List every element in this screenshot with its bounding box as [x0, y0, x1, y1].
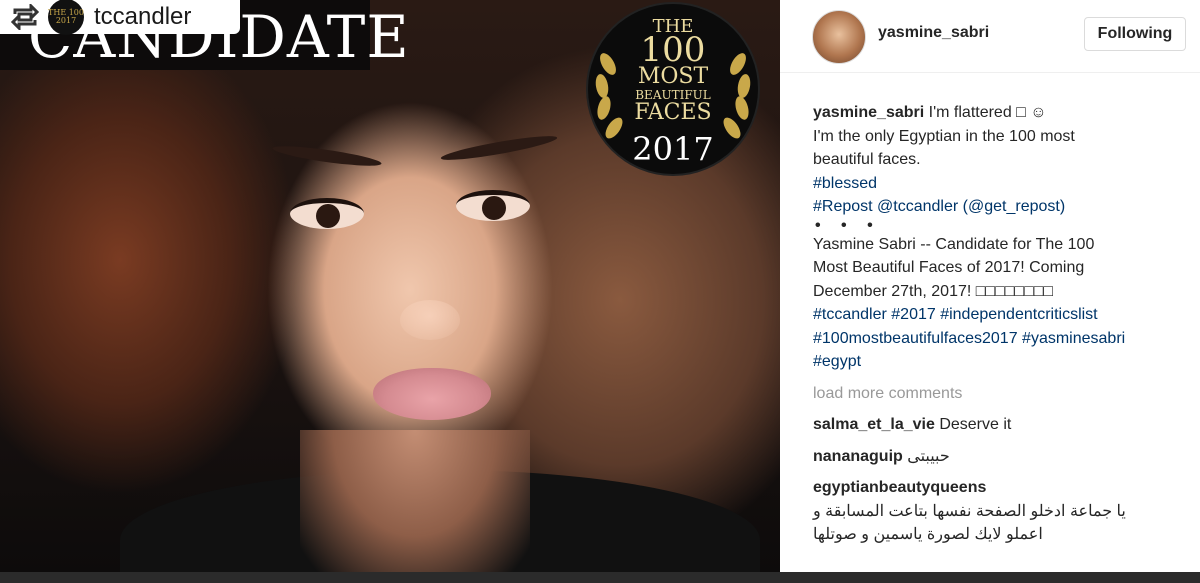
post-photo[interactable]: CANDIDATE THE 100 2017 tccandler THE 100… — [0, 0, 780, 572]
photo-neck — [300, 430, 530, 572]
comment-item: nananaguip حبيبتى — [813, 445, 1191, 469]
repost-tag[interactable]: THE 100 2017 tccandler — [0, 0, 240, 35]
right-eyebrow — [439, 131, 559, 165]
comment-username[interactable]: nananaguip — [813, 448, 903, 465]
badge-line-faces: FACES — [634, 100, 712, 125]
photo-lips — [373, 368, 491, 420]
caption-text: I'm flattered □ ☺ — [928, 104, 1047, 121]
caption-text-line: I'm the only Egyptian in the 100 most — [813, 127, 1075, 145]
caption-line: yasmine_sabri I'm flattered □ ☺ — [813, 101, 1191, 125]
badge-line-most: MOST — [637, 64, 709, 89]
right-eye — [456, 190, 530, 221]
comment-item: egyptianbeautyqueens يا جماعة ادخلو الصف… — [813, 476, 1191, 547]
repost-icon — [10, 2, 40, 32]
load-more-comments-button[interactable]: load more comments — [813, 382, 1191, 406]
caption-desc-line: Most Beautiful Faces of 2017! Coming — [813, 259, 1085, 276]
repost-username[interactable]: tccandler — [94, 3, 191, 31]
left-iris — [316, 204, 340, 228]
hashtag-links[interactable]: #tccandler #2017 #independentcriticslist — [813, 303, 1191, 327]
caption-text-line: beautiful faces. — [813, 151, 921, 168]
hashtag-link[interactable]: #blessed — [813, 172, 1191, 196]
top-100-badge: THE 100 MOST BEAUTIFUL FACES 2017 — [588, 4, 758, 174]
comment-text: حبيبتى — [907, 447, 950, 465]
comment-username[interactable]: egyptianbeautyqueens — [813, 479, 986, 496]
comment-text: يا جماعة ادخلو الصفحة نفسها بتاعت المساب… — [813, 502, 1126, 544]
comments-list: yasmine_sabri I'm flattered □ ☺ I'm the … — [813, 101, 1191, 547]
comment-text: Deserve it — [939, 416, 1012, 433]
caption-username[interactable]: yasmine_sabri — [813, 104, 924, 121]
post-header: yasmine_sabri Following — [780, 0, 1200, 73]
repost-user-logo: THE 100 2017 — [48, 0, 84, 35]
following-button[interactable]: Following — [1084, 17, 1186, 51]
caption-desc-line: Yasmine Sabri -- Candidate for The 100 — [813, 235, 1095, 253]
caption-desc-line: December 27th, 2017! □□□□□□□□ — [813, 282, 1054, 300]
photo-nose — [400, 300, 460, 340]
comment-item: salma_et_la_vie Deserve it — [813, 413, 1191, 437]
comment-username[interactable]: salma_et_la_vie — [813, 416, 935, 433]
left-eyebrow — [271, 142, 383, 170]
left-eye — [290, 198, 364, 229]
bottom-bar — [0, 572, 1200, 583]
avatar[interactable] — [812, 10, 866, 64]
post-side-panel: yasmine_sabri Following yasmine_sabri I'… — [780, 0, 1200, 572]
header-username[interactable]: yasmine_sabri — [878, 24, 989, 42]
repost-credit-link[interactable]: #Repost @tccandler (@get_repost) — [813, 195, 1191, 219]
hashtag-link[interactable]: #egypt — [813, 350, 1191, 374]
right-iris — [482, 196, 506, 220]
caption-dots: • • • — [815, 216, 881, 234]
badge-line-year: 2017 — [632, 130, 714, 168]
badge-line-100: 100 — [640, 30, 706, 70]
hashtag-links[interactable]: #100mostbeautifulfaces2017 #yasminesabri — [813, 327, 1191, 351]
